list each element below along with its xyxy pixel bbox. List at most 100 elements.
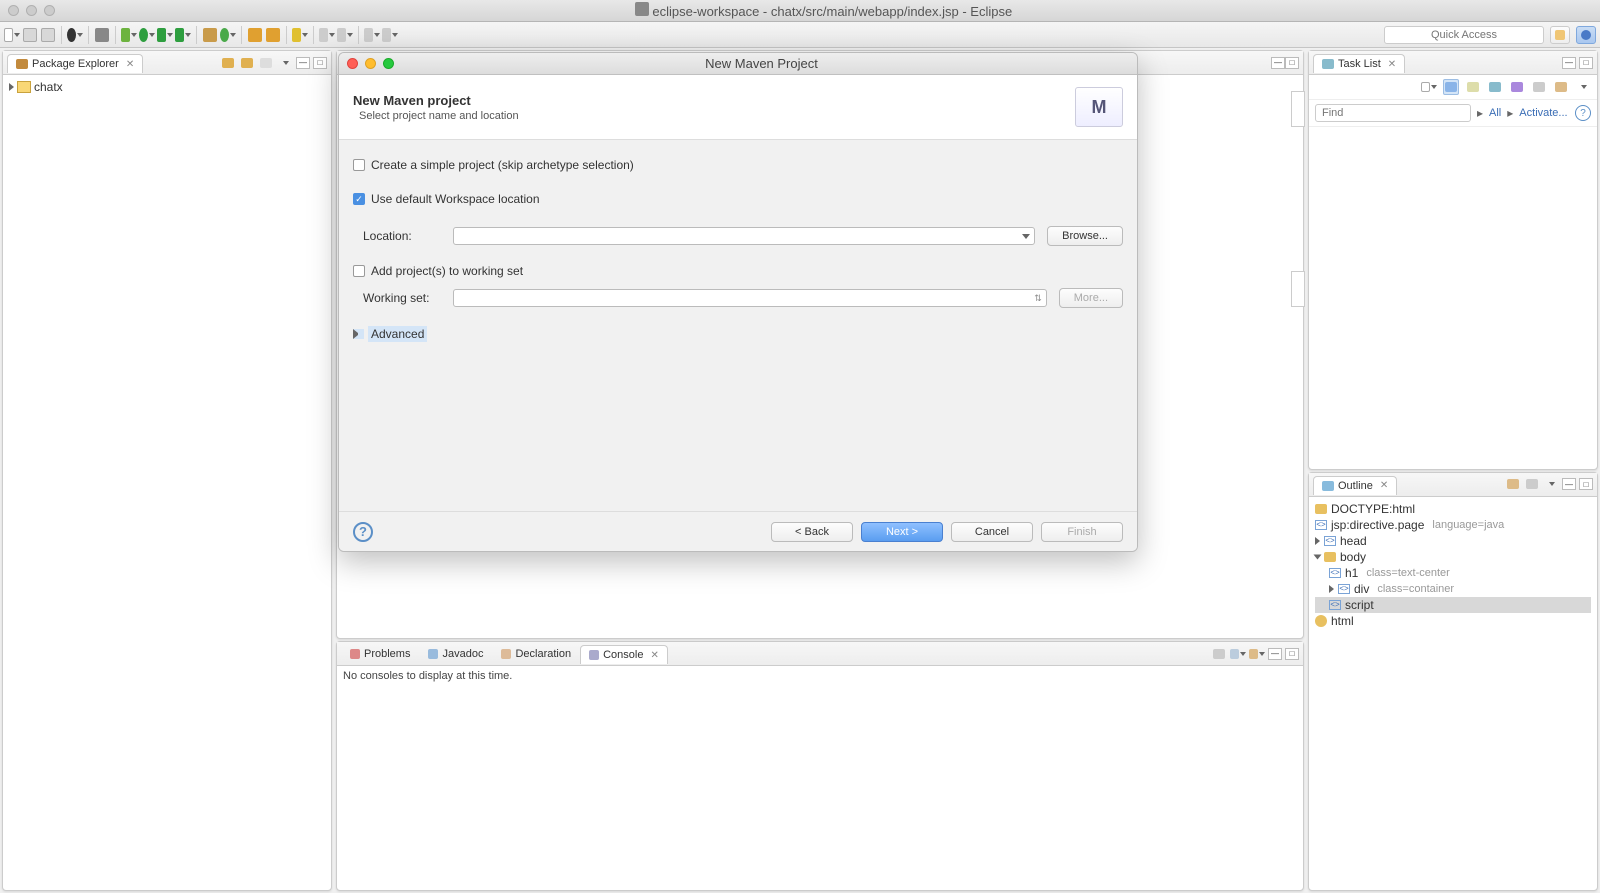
next-button[interactable]: Next >: [861, 522, 943, 542]
scheduled-button[interactable]: [1465, 79, 1481, 95]
save-all-button[interactable]: [40, 27, 56, 43]
open-console-button[interactable]: [1249, 646, 1265, 662]
save-button[interactable]: [22, 27, 38, 43]
working-set-combo[interactable]: ⇅: [453, 289, 1047, 307]
working-set-checkbox-row[interactable]: Add project(s) to working set: [353, 264, 1123, 278]
declaration-tab[interactable]: Declaration: [492, 644, 580, 663]
coverage-button[interactable]: [157, 27, 173, 43]
toggle-mark-button[interactable]: [319, 27, 335, 43]
minimized-view-stub[interactable]: [1291, 271, 1305, 307]
default-location-checkbox-row[interactable]: ✓ Use default Workspace location: [353, 192, 1123, 206]
outline-node-directive[interactable]: <> jsp:directive.page language=java: [1315, 517, 1591, 533]
advanced-toggle[interactable]: Advanced: [353, 326, 1123, 342]
dialog-zoom-button[interactable]: [383, 58, 394, 69]
minimize-view-button[interactable]: —: [1268, 648, 1282, 660]
new-task-button[interactable]: [1421, 79, 1437, 95]
maximize-view-button[interactable]: □: [1285, 648, 1299, 660]
close-icon[interactable]: ✕: [1388, 59, 1396, 70]
forward-button[interactable]: [382, 27, 398, 43]
task-menu-button[interactable]: [1575, 79, 1591, 95]
close-dot[interactable]: [8, 5, 19, 16]
outline-node-h1[interactable]: <> h1 class=text-center: [1315, 565, 1591, 581]
console-tab[interactable]: Console ✕: [580, 645, 668, 664]
activate-link[interactable]: Activate...: [1519, 107, 1567, 119]
skip-breakpoints-button[interactable]: [94, 27, 110, 43]
outline-node-body[interactable]: body: [1315, 549, 1591, 565]
collapse-icon[interactable]: [1314, 554, 1322, 559]
maximize-view-button[interactable]: □: [313, 57, 327, 69]
cancel-button[interactable]: Cancel: [951, 522, 1033, 542]
all-link[interactable]: All: [1489, 107, 1501, 119]
location-combo[interactable]: [453, 227, 1035, 245]
simple-project-checkbox-row[interactable]: Create a simple project (skip archetype …: [353, 158, 1123, 172]
pin-console-button[interactable]: [1211, 646, 1227, 662]
close-icon[interactable]: ✕: [1380, 480, 1388, 491]
quick-access-input[interactable]: [1384, 26, 1544, 44]
open-type-button[interactable]: [247, 27, 263, 43]
task-list-tab[interactable]: Task List ✕: [1313, 54, 1405, 73]
run-last-button[interactable]: [175, 27, 191, 43]
problems-tab[interactable]: Problems: [341, 644, 419, 663]
outline-node-div[interactable]: <> div class=container: [1315, 581, 1591, 597]
open-task-button[interactable]: [265, 27, 281, 43]
link-editor-button[interactable]: [239, 55, 255, 71]
minimized-view-stub[interactable]: [1291, 91, 1305, 127]
expand-icon[interactable]: [1329, 585, 1334, 593]
sort-button[interactable]: [1505, 476, 1521, 492]
minimize-dot[interactable]: [26, 5, 37, 16]
working-set-checkbox[interactable]: [353, 265, 365, 277]
expand-icon[interactable]: [9, 83, 14, 91]
new-button[interactable]: [4, 27, 20, 43]
expand-activate-icon[interactable]: ▸: [1507, 106, 1513, 120]
project-row-chatx[interactable]: chatx: [7, 79, 327, 95]
view-menu-button[interactable]: [277, 55, 293, 71]
next-annotation-button[interactable]: [337, 27, 353, 43]
new-package-button[interactable]: [202, 27, 218, 43]
task-list-body[interactable]: [1309, 127, 1597, 469]
default-location-checkbox[interactable]: ✓: [353, 193, 365, 205]
dialog-close-button[interactable]: [347, 58, 358, 69]
maximize-view-button[interactable]: □: [1579, 57, 1593, 69]
editor-maximize-button[interactable]: □: [1285, 57, 1299, 69]
minimize-view-button[interactable]: —: [1562, 57, 1576, 69]
javadoc-tab[interactable]: Javadoc: [419, 644, 492, 663]
jee-perspective-button[interactable]: [1576, 26, 1596, 44]
outline-tree[interactable]: DOCTYPE:html <> jsp:directive.page langu…: [1309, 497, 1597, 891]
dialog-minimize-button[interactable]: [365, 58, 376, 69]
help-icon[interactable]: ?: [1575, 105, 1591, 121]
close-icon[interactable]: ✕: [126, 59, 134, 70]
outline-tab[interactable]: Outline ✕: [1313, 476, 1397, 495]
outline-node-script[interactable]: <> script: [1315, 597, 1591, 613]
help-button[interactable]: ?: [353, 522, 373, 542]
expand-icon[interactable]: [1315, 537, 1320, 545]
expand-all-icon[interactable]: ▸: [1477, 106, 1483, 120]
outline-node-doctype[interactable]: DOCTYPE:html: [1315, 501, 1591, 517]
search-button[interactable]: [292, 27, 308, 43]
open-perspective-button[interactable]: [1550, 26, 1570, 44]
simple-project-checkbox[interactable]: [353, 159, 365, 171]
synchronize-button[interactable]: [1509, 79, 1525, 95]
profile-button[interactable]: [67, 27, 83, 43]
new-class-button[interactable]: [220, 27, 236, 43]
debug-button[interactable]: [121, 27, 137, 43]
package-explorer-tree[interactable]: chatx: [3, 75, 331, 890]
filter-button[interactable]: [1524, 476, 1540, 492]
back-button[interactable]: < Back: [771, 522, 853, 542]
task-find-input[interactable]: [1315, 104, 1471, 122]
zoom-dot[interactable]: [44, 5, 55, 16]
package-explorer-tab[interactable]: Package Explorer ✕: [7, 54, 143, 73]
display-console-button[interactable]: [1230, 646, 1246, 662]
hide-button[interactable]: [1531, 79, 1547, 95]
minimize-view-button[interactable]: —: [1562, 478, 1576, 490]
outline-node-head[interactable]: <> head: [1315, 533, 1591, 549]
run-button[interactable]: [139, 27, 155, 43]
minimize-view-button[interactable]: —: [296, 57, 310, 69]
focus-task-button[interactable]: [258, 55, 274, 71]
outline-menu-button[interactable]: [1543, 476, 1559, 492]
categorized-button[interactable]: [1443, 79, 1459, 95]
outline-node-html[interactable]: html: [1315, 613, 1591, 629]
back-button[interactable]: [364, 27, 380, 43]
maximize-view-button[interactable]: □: [1579, 478, 1593, 490]
editor-minimize-button[interactable]: —: [1271, 57, 1285, 69]
browse-button[interactable]: Browse...: [1047, 226, 1123, 246]
